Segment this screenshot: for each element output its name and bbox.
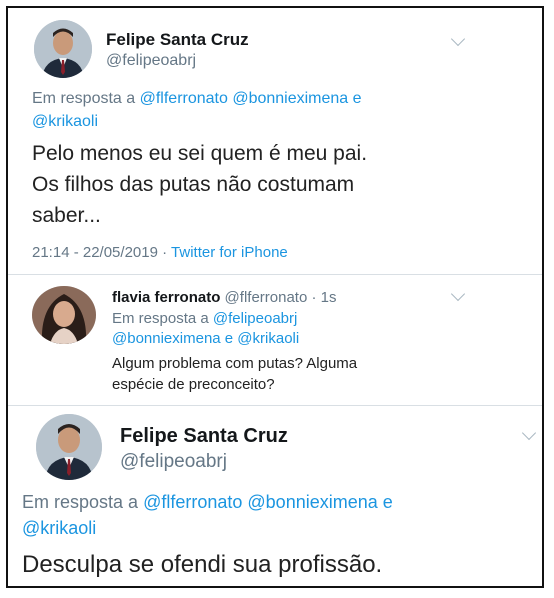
timestamp[interactable]: 21:14 - 22/05/2019: [32, 244, 158, 261]
reply-context: Em resposta a @flferronato @bonnieximena…: [32, 90, 362, 108]
tweet-text-line: Desculpa se ofendi sua profissão.: [22, 551, 383, 578]
tweet-text-line: Os filhos das putas não costumam: [32, 173, 355, 196]
tweet-text-line: Pelo menos eu sei quem é meu pai.: [32, 142, 368, 165]
reply-context: Em resposta a @felipeoabrj: [112, 310, 297, 327]
avatar[interactable]: [34, 20, 92, 78]
reply-prefix: Em resposta a: [22, 492, 139, 512]
display-name[interactable]: Felipe Santa Cruz: [120, 425, 288, 448]
separator-dot: ·: [162, 244, 168, 261]
tweet-metadata: 21:14 - 22/05/2019 · Twitter for iPhone: [32, 244, 288, 261]
reply-mentions[interactable]: @felipeoabrj: [213, 310, 297, 327]
reply-mentions[interactable]: @flferronato @bonnieximena e: [143, 492, 393, 512]
user-handle[interactable]: @felipeoabrj: [106, 52, 196, 70]
screenshot-frame: Felipe Santa Cruz @felipeoabrj Em respos…: [6, 6, 544, 588]
tweet-header: flavia ferronato @flferronato · 1s: [112, 289, 337, 306]
tweet-text-line: espécie de preconceito?: [112, 376, 275, 393]
tweet-source[interactable]: Twitter for iPhone: [171, 244, 288, 261]
reply-prefix: Em resposta a: [32, 90, 136, 107]
chevron-down-icon[interactable]: [521, 425, 537, 441]
chevron-down-icon[interactable]: [450, 286, 466, 302]
reply-mentions[interactable]: @flferronato @bonnieximena e: [140, 90, 362, 107]
display-name[interactable]: flavia ferronato: [112, 289, 220, 306]
avatar-photo: [36, 414, 102, 480]
avatar-photo: [32, 286, 96, 344]
reply-context: Em resposta a @flferronato @bonnieximena…: [22, 492, 393, 513]
tweet-text-line: saber...: [32, 204, 101, 227]
avatar-photo: [34, 20, 92, 78]
reply-mentions-continued[interactable]: @bonnieximena e @krikaoli: [112, 330, 299, 347]
reply-prefix: Em resposta a: [112, 310, 209, 327]
reply-mentions-continued[interactable]: @krikaoli: [32, 113, 98, 131]
reply-mentions-continued[interactable]: @krikaoli: [22, 518, 96, 539]
chevron-down-icon[interactable]: [450, 31, 466, 47]
display-name[interactable]: Felipe Santa Cruz: [106, 30, 249, 50]
divider: [8, 405, 542, 406]
avatar[interactable]: [36, 414, 102, 480]
divider: [8, 274, 542, 275]
tweet-age[interactable]: · 1s: [311, 289, 336, 306]
user-handle[interactable]: @felipeoabrj: [120, 451, 227, 473]
avatar[interactable]: [32, 286, 96, 344]
tweet-text-line: Algum problema com putas? Alguma: [112, 355, 358, 372]
user-handle[interactable]: @flferronato: [225, 289, 308, 306]
